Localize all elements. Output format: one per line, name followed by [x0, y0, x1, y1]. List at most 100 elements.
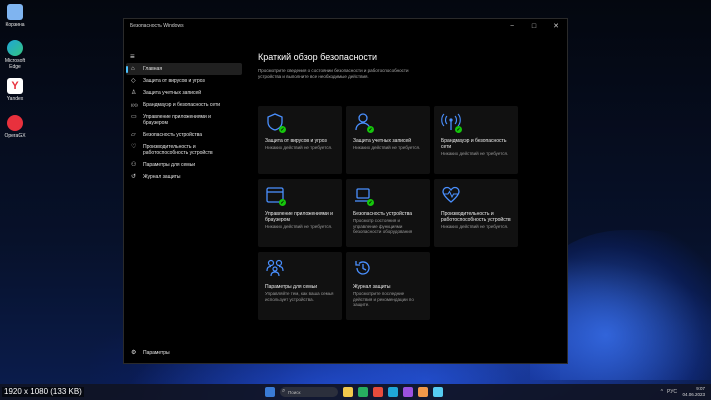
check-icon: ✓ [367, 199, 374, 206]
start-button[interactable] [265, 387, 275, 397]
sidebar-item-label: Журнал защиты [143, 174, 181, 180]
card-device-security[interactable]: ✓ Безопасность устройства Просмотр состо… [346, 179, 430, 247]
sidebar-item-label: Брандмауэр и безопасность сети [143, 102, 221, 108]
card-title: Производительность и работоспособность у… [441, 211, 511, 223]
sidebar-item-label: Безопасность устройства [143, 132, 203, 138]
laptop-icon: ✓ [353, 185, 375, 207]
card-account-protection[interactable]: ✓ Защита учетных записей Никаких действи… [346, 106, 430, 174]
app-browser-icon: ✓ [265, 185, 287, 207]
taskbar-app-edge[interactable] [388, 387, 398, 397]
desktop-icon-label: Yandex [6, 96, 24, 102]
family-icon [265, 258, 287, 280]
sidebar-item-virus-protection[interactable]: ◇ Защита от вирусов и угроз [126, 75, 242, 87]
edge-icon [7, 40, 23, 56]
laptop-icon: ▱ [131, 132, 136, 138]
windows-security-window: Безопасность Windows − □ ✕ ≡ ⌂ Главная ◇… [123, 18, 568, 364]
card-title: Журнал защиты [353, 284, 391, 290]
family-icon: ⚇ [131, 162, 137, 168]
card-title: Параметры для семьи [265, 284, 318, 290]
history-icon [353, 258, 375, 280]
desktop-icon-opera[interactable]: OperaGX [0, 115, 30, 139]
card-status: Никаких действий не требуется. [441, 224, 509, 229]
sidebar-item-home[interactable]: ⌂ Главная [126, 63, 242, 75]
check-icon: ✓ [279, 126, 286, 133]
desktop-icon-yandex[interactable]: Y Yandex [0, 78, 30, 102]
taskbar-app[interactable] [358, 387, 368, 397]
tray-chevron-icon[interactable]: ^ [661, 389, 663, 395]
antenna-icon: ((•)) [131, 102, 138, 107]
sidebar-item-label: Производительность и работоспособность у… [143, 144, 213, 156]
taskbar: Поиск ^ РУС 9:07 04.06.2023 [0, 384, 711, 400]
sidebar-item-label: Главная [143, 66, 163, 72]
sidebar-nav: ⌂ Главная ◇ Защита от вирусов и угроз ♙ … [126, 63, 242, 183]
sidebar-item-firewall[interactable]: ((•)) Брандмауэр и безопасность сети [126, 99, 242, 111]
card-status: Никаких действий не требуется. [441, 151, 509, 156]
card-status: Никаких действий не требуется. [265, 145, 333, 150]
card-virus-protection[interactable]: ✓ Защита от вирусов и угроз Никаких дейс… [258, 106, 342, 174]
taskbar-app[interactable] [403, 387, 413, 397]
language-indicator[interactable]: РУС [667, 389, 677, 395]
shield-icon: ✓ [265, 112, 287, 134]
app-browser-icon: ▭ [131, 114, 137, 120]
antenna-icon: ✓ [441, 112, 463, 134]
card-status: Никаких действий не требуется. [265, 224, 333, 229]
check-icon: ✓ [279, 199, 286, 206]
desktop-icon-label: Корзина [5, 22, 25, 28]
taskbar-app[interactable] [373, 387, 383, 397]
taskbar-search[interactable]: Поиск [280, 387, 338, 397]
sidebar-item-settings[interactable]: ⚙ Параметры [126, 347, 242, 359]
clock[interactable]: 9:07 04.06.2023 [682, 386, 705, 397]
system-tray[interactable]: ^ РУС [661, 389, 677, 395]
card-title: Брандмауэр и безопасность сети [441, 138, 507, 150]
card-firewall[interactable]: ✓ Брандмауэр и безопасность сети Никаких… [434, 106, 518, 174]
menu-icon[interactable]: ≡ [130, 52, 135, 61]
sidebar-item-label: Защита учетных записей [143, 90, 202, 96]
sidebar-item-label: Защита от вирусов и угроз [143, 78, 205, 84]
card-title: Управление приложениями и браузером [265, 211, 333, 223]
maximize-button[interactable]: □ [523, 19, 545, 33]
card-history[interactable]: Журнал защиты Просмотрите последние дейс… [346, 252, 430, 320]
check-icon: ✓ [367, 126, 374, 133]
history-icon: ↺ [131, 174, 137, 180]
sidebar-item-device-security[interactable]: ▱ Безопасность устройства [126, 129, 242, 141]
shield-icon: ◇ [131, 78, 136, 84]
card-app-browser[interactable]: ✓ Управление приложениями и браузером Ни… [258, 179, 342, 247]
home-icon: ⌂ [131, 66, 135, 72]
check-icon: ✓ [455, 126, 462, 133]
sidebar-item-label: Управление приложениями и браузером [143, 114, 211, 126]
title-bar[interactable]: Безопасность Windows − □ ✕ [124, 19, 567, 33]
card-status: Управляйте тем, как ваша семья используе… [265, 291, 334, 302]
yandex-icon: Y [7, 78, 23, 94]
sidebar-item-label: Параметры [143, 350, 170, 356]
minimize-button[interactable]: − [501, 19, 523, 33]
close-button[interactable]: ✕ [545, 19, 567, 33]
window-title: Безопасность Windows [130, 23, 184, 29]
desktop-icon-edge[interactable]: Microsoft Edge [0, 40, 30, 70]
card-title: Защита учетных записей [353, 138, 412, 144]
page-description: Просмотрите сведения о состоянии безопас… [258, 68, 409, 79]
sidebar-item-family[interactable]: ⚇ Параметры для семьи [126, 159, 242, 171]
main-content: Краткий обзор безопасности Просмотрите с… [256, 33, 567, 363]
sidebar-item-label: Параметры для семьи [143, 162, 196, 168]
card-status: Просмотр состояния и управление функциям… [353, 218, 413, 234]
gear-icon: ⚙ [131, 350, 137, 356]
sidebar-item-account-protection[interactable]: ♙ Защита учетных записей [126, 87, 242, 99]
sidebar-item-app-browser[interactable]: ▭ Управление приложениями и браузером [126, 111, 242, 129]
opera-icon [7, 115, 23, 131]
sidebar-item-performance[interactable]: ♡ Производительность и работоспособность… [126, 141, 242, 159]
card-family[interactable]: Параметры для семьи Управляйте тем, как … [258, 252, 342, 320]
clock-date: 04.06.2023 [682, 391, 705, 397]
card-title: Защита от вирусов и угроз [265, 138, 327, 144]
recycle-bin-icon [7, 4, 23, 20]
sidebar-item-history[interactable]: ↺ Журнал защиты [126, 171, 242, 183]
desktop-icon-label: OperaGX [4, 133, 26, 139]
card-title: Безопасность устройства [353, 211, 413, 217]
taskbar-app-explorer[interactable] [343, 387, 353, 397]
taskbar-app-security[interactable] [433, 387, 443, 397]
image-caption: 1920 x 1080 (133 KB) [2, 387, 84, 397]
person-icon: ✓ [353, 112, 375, 134]
card-performance[interactable]: Производительность и работоспособность у… [434, 179, 518, 247]
desktop-icon-recycle-bin[interactable]: Корзина [0, 4, 30, 28]
card-status: Никаких действий не требуется. [353, 145, 421, 150]
taskbar-app[interactable] [418, 387, 428, 397]
